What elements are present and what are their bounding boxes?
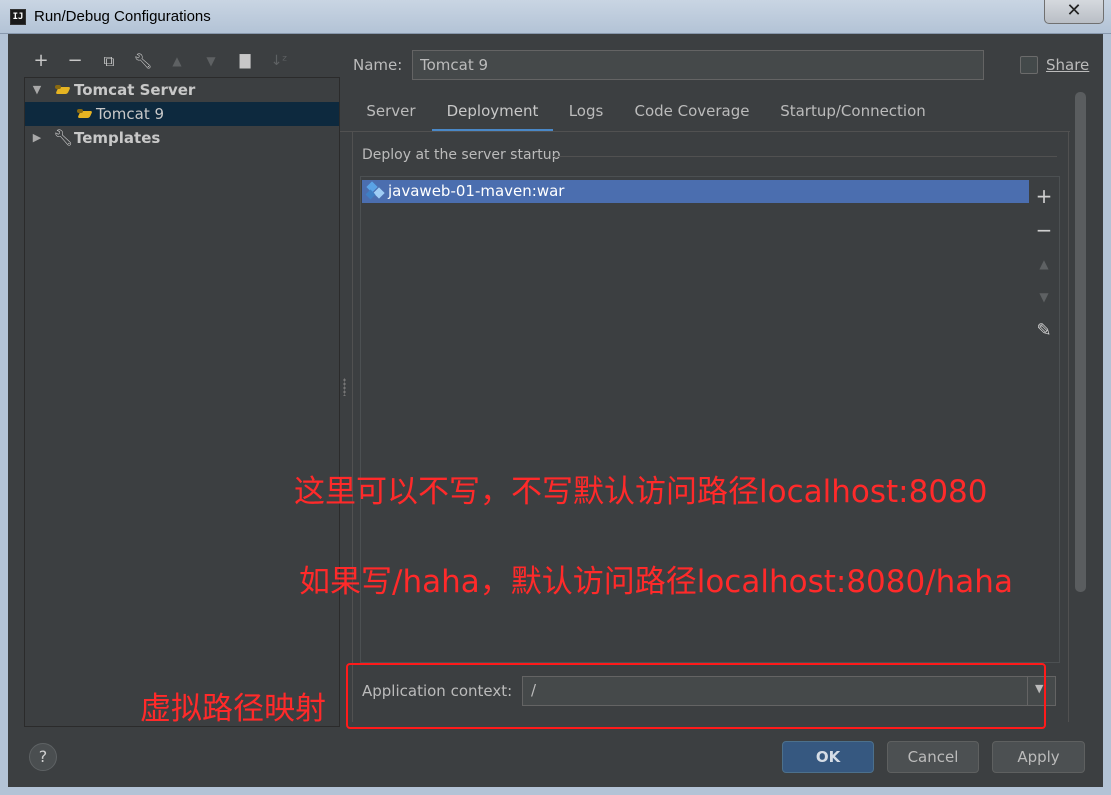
expand-arrow-icon[interactable]: ▼ xyxy=(31,78,43,102)
group-divider xyxy=(553,156,1057,157)
tab-logs[interactable]: Logs xyxy=(555,96,617,132)
tree-item-label: Tomcat Server xyxy=(74,81,196,99)
name-label: Name: xyxy=(353,56,403,74)
move-down-button: ▼ xyxy=(1039,290,1049,304)
cancel-button[interactable]: Cancel xyxy=(887,741,979,773)
minus-icon[interactable]: − xyxy=(64,50,86,72)
artifact-icon xyxy=(365,181,385,200)
add-artifact-button[interactable]: + xyxy=(1034,186,1054,206)
tree-item-tomcat-9[interactable]: Tomcat 9 xyxy=(25,102,339,126)
annotation-text: 虚拟路径映射 xyxy=(140,691,326,727)
annotation-text: 这里可以不写，不写默认访问路径localhost:8080 xyxy=(294,474,988,510)
arrow-down-icon: ▼ xyxy=(206,54,216,68)
scrollbar[interactable] xyxy=(1075,92,1086,592)
move-up-button: ▲ xyxy=(1039,257,1049,271)
splitter-handle[interactable] xyxy=(343,378,346,396)
annotation-highlight-box xyxy=(346,663,1046,729)
edit-artifact-button[interactable]: ✎ xyxy=(1034,321,1054,341)
tomcat-icon xyxy=(55,84,71,96)
name-input[interactable] xyxy=(412,50,984,80)
plus-icon[interactable]: + xyxy=(30,50,52,72)
tree-item-tomcat-server[interactable]: ▼ Tomcat Server xyxy=(25,78,339,102)
tree-item-label: Tomcat 9 xyxy=(96,105,165,123)
list-item[interactable]: javaweb-01-maven:war xyxy=(362,180,1029,203)
remove-artifact-button[interactable]: − xyxy=(1034,220,1054,240)
annotation-text: 如果写/haha，默认访问路径localhost:8080/haha xyxy=(299,564,1013,600)
wrench-icon: 🔧︎ xyxy=(53,128,74,147)
collapse-arrow-icon[interactable]: ▶ xyxy=(31,126,43,150)
share-checkbox[interactable] xyxy=(1020,56,1038,74)
intellij-app-icon: IJ xyxy=(10,9,26,25)
tab-server[interactable]: Server xyxy=(352,96,430,132)
artifact-label: javaweb-01-maven:war xyxy=(388,182,565,200)
arrow-up-icon: ▲ xyxy=(172,54,182,68)
copy-icon[interactable]: ⧉ xyxy=(98,50,120,72)
folder-add-icon[interactable]: ▇ xyxy=(234,50,256,72)
help-button[interactable]: ? xyxy=(29,743,57,771)
title-bar: IJ Run/Debug Configurations ✕ xyxy=(0,0,1111,34)
window-title: Run/Debug Configurations xyxy=(34,8,211,25)
close-button[interactable]: ✕ xyxy=(1044,0,1104,24)
group-title: Deploy at the server startup xyxy=(362,147,561,163)
share-label[interactable]: Share xyxy=(1046,56,1089,74)
apply-button[interactable]: Apply xyxy=(992,741,1085,773)
tab-startup-connection[interactable]: Startup/Connection xyxy=(768,96,938,132)
wrench-icon[interactable]: 🔧︎ xyxy=(132,50,154,72)
sort-icon: ↓ᶻ xyxy=(270,53,288,69)
configuration-tree: ▼ Tomcat Server Tomcat 9 ▶ 🔧︎ Templates xyxy=(24,77,340,727)
tree-item-label: Templates xyxy=(74,129,161,147)
tab-deployment[interactable]: Deployment xyxy=(432,96,553,132)
ok-button[interactable]: OK xyxy=(782,741,874,773)
tree-item-templates[interactable]: ▶ 🔧︎ Templates xyxy=(25,126,339,150)
tomcat-icon xyxy=(77,108,93,120)
tab-code-coverage[interactable]: Code Coverage xyxy=(622,96,762,132)
